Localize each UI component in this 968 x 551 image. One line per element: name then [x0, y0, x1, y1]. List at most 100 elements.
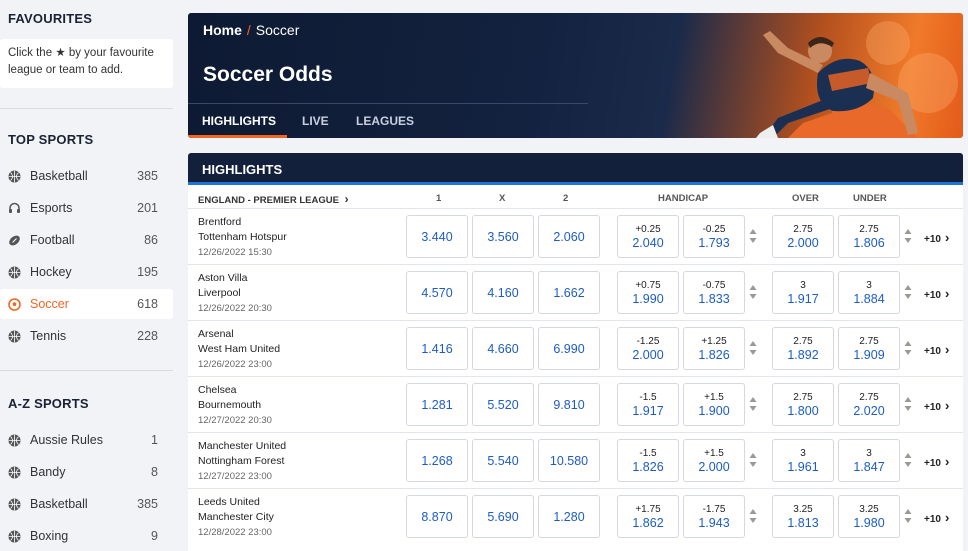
handicap-away-button[interactable]: +1.5 2.000 — [683, 439, 745, 482]
handicap-away-button[interactable]: -0.75 1.833 — [683, 271, 745, 314]
col-home: 1 — [436, 193, 442, 204]
odds-draw-button[interactable]: 5.540 — [472, 439, 534, 482]
more-markets-link[interactable]: +10 — [924, 398, 949, 413]
sidebar-item-bandy[interactable]: Bandy 8 — [0, 457, 173, 487]
away-team[interactable]: West Ham United — [198, 343, 280, 355]
totals-sort-icon[interactable] — [904, 284, 912, 300]
tab-leagues[interactable]: LEAGUES — [356, 114, 414, 128]
away-team[interactable]: Manchester City — [198, 511, 274, 523]
handicap-sort-icon[interactable] — [749, 396, 757, 412]
sidebar-item-boxing[interactable]: Boxing 9 — [0, 521, 173, 551]
odds-away-button[interactable]: 9.810 — [538, 383, 600, 426]
under-button[interactable]: 3 1.884 — [838, 271, 900, 314]
odds-value: 1.943 — [698, 515, 730, 530]
away-team[interactable]: Nottingham Forest — [198, 455, 284, 467]
odds-home-button[interactable]: 1.416 — [406, 327, 468, 370]
hockey-icon — [8, 266, 21, 279]
home-team[interactable]: Aston Villa — [198, 272, 247, 284]
handicap-away-button[interactable]: -1.75 1.943 — [683, 495, 745, 538]
handicap-away-button[interactable]: -0.25 1.793 — [683, 215, 745, 258]
sidebar-item-basketball[interactable]: Basketball 385 — [0, 161, 173, 191]
handicap-away-button[interactable]: +1.25 1.826 — [683, 327, 745, 370]
odds-home-button[interactable]: 4.570 — [406, 271, 468, 314]
handicap-home-button[interactable]: -1.5 1.917 — [617, 383, 679, 426]
sidebar-item-esports[interactable]: Esports 201 — [0, 193, 173, 223]
handicap-away-button[interactable]: +1.5 1.900 — [683, 383, 745, 426]
odds-draw-button[interactable]: 5.520 — [472, 383, 534, 426]
sidebar-item-tennis[interactable]: Tennis 228 — [0, 321, 173, 351]
handicap-sort-icon[interactable] — [749, 340, 757, 356]
handicap-home-button[interactable]: -1.5 1.826 — [617, 439, 679, 482]
odds-away-button[interactable]: 1.662 — [538, 271, 600, 314]
match-row: Arsenal West Ham United 12/26/2022 23:00 1.… — [188, 320, 963, 376]
totals-sort-icon[interactable] — [904, 396, 912, 412]
more-markets-link[interactable]: +10 — [924, 510, 949, 525]
totals-sort-icon[interactable] — [904, 340, 912, 356]
sport-count: 1 — [151, 433, 158, 447]
handicap-sort-icon[interactable] — [749, 452, 757, 468]
handicap-home-button[interactable]: +0.75 1.990 — [617, 271, 679, 314]
away-team[interactable]: Liverpool — [198, 287, 241, 299]
league-link[interactable]: ENGLAND - PREMIER LEAGUE › — [198, 192, 349, 206]
odds-home-button[interactable]: 3.440 — [406, 215, 468, 258]
over-button[interactable]: 3.25 1.813 — [772, 495, 834, 538]
over-button[interactable]: 3 1.961 — [772, 439, 834, 482]
tab-live[interactable]: LIVE — [302, 114, 329, 128]
odds-draw-button[interactable]: 4.660 — [472, 327, 534, 370]
more-markets-link[interactable]: +10 — [924, 230, 949, 245]
match-row: Brentford Tottenham Hotspur 12/26/2022 15:… — [188, 208, 963, 264]
handicap-home-button[interactable]: +1.75 1.862 — [617, 495, 679, 538]
totals-sort-icon[interactable] — [904, 508, 912, 524]
odds-away-button[interactable]: 1.280 — [538, 495, 600, 538]
away-team[interactable]: Bournemouth — [198, 399, 261, 411]
odds-home-button[interactable]: 1.268 — [406, 439, 468, 482]
sport-count: 385 — [137, 497, 158, 511]
more-markets-link[interactable]: +10 — [924, 286, 949, 301]
home-team[interactable]: Leeds United — [198, 496, 260, 508]
more-markets-link[interactable]: +10 — [924, 342, 949, 357]
handicap-sort-icon[interactable] — [749, 284, 757, 300]
odds-away-button[interactable]: 2.060 — [538, 215, 600, 258]
home-team[interactable]: Brentford — [198, 216, 241, 228]
sidebar-item-football[interactable]: Football 86 — [0, 225, 173, 255]
breadcrumb-home[interactable]: Home — [203, 22, 242, 38]
home-team[interactable]: Chelsea — [198, 384, 237, 396]
handicap-home-button[interactable]: -1.25 2.000 — [617, 327, 679, 370]
odds-draw-button[interactable]: 5.690 — [472, 495, 534, 538]
odds-home-button[interactable]: 1.281 — [406, 383, 468, 426]
odds-home-button[interactable]: 8.870 — [406, 495, 468, 538]
under-button[interactable]: 3.25 1.980 — [838, 495, 900, 538]
sidebar-item-basketball[interactable]: Basketball 385 — [0, 489, 173, 519]
tab-highlights[interactable]: HIGHLIGHTS — [202, 114, 276, 128]
odds-value: 2.000 — [787, 235, 819, 250]
sidebar-item-hockey[interactable]: Hockey 195 — [0, 257, 173, 287]
under-button[interactable]: 3 1.847 — [838, 439, 900, 482]
sidebar-item-aussie-rules[interactable]: Aussie Rules 1 — [0, 425, 173, 455]
handicap-home-button[interactable]: +0.25 2.040 — [617, 215, 679, 258]
odds-away-button[interactable]: 6.990 — [538, 327, 600, 370]
handicap-sort-icon[interactable] — [749, 508, 757, 524]
over-button[interactable]: 2.75 1.892 — [772, 327, 834, 370]
breadcrumb: Home / Soccer — [203, 22, 299, 38]
over-button[interactable]: 2.75 1.800 — [772, 383, 834, 426]
col-away: 2 — [563, 193, 569, 204]
away-team[interactable]: Tottenham Hotspur — [198, 231, 287, 243]
odds-draw-button[interactable]: 3.560 — [472, 215, 534, 258]
odds-away-button[interactable]: 10.580 — [538, 439, 600, 482]
odds-draw-button[interactable]: 4.160 — [472, 271, 534, 314]
under-button[interactable]: 2.75 1.909 — [838, 327, 900, 370]
home-team[interactable]: Manchester United — [198, 440, 286, 452]
totals-sort-icon[interactable] — [904, 228, 912, 244]
handicap-sort-icon[interactable] — [749, 228, 757, 244]
under-button[interactable]: 2.75 1.806 — [838, 215, 900, 258]
under-button[interactable]: 2.75 2.020 — [838, 383, 900, 426]
over-button[interactable]: 2.75 2.000 — [772, 215, 834, 258]
home-team[interactable]: Arsenal — [198, 328, 234, 340]
odds-value: 1.909 — [853, 347, 885, 362]
sport-count: 228 — [137, 329, 158, 343]
odds-value: 5.520 — [487, 397, 519, 412]
sidebar-item-soccer[interactable]: Soccer 618 — [0, 289, 173, 319]
more-markets-link[interactable]: +10 — [924, 454, 949, 469]
over-button[interactable]: 3 1.917 — [772, 271, 834, 314]
totals-sort-icon[interactable] — [904, 452, 912, 468]
